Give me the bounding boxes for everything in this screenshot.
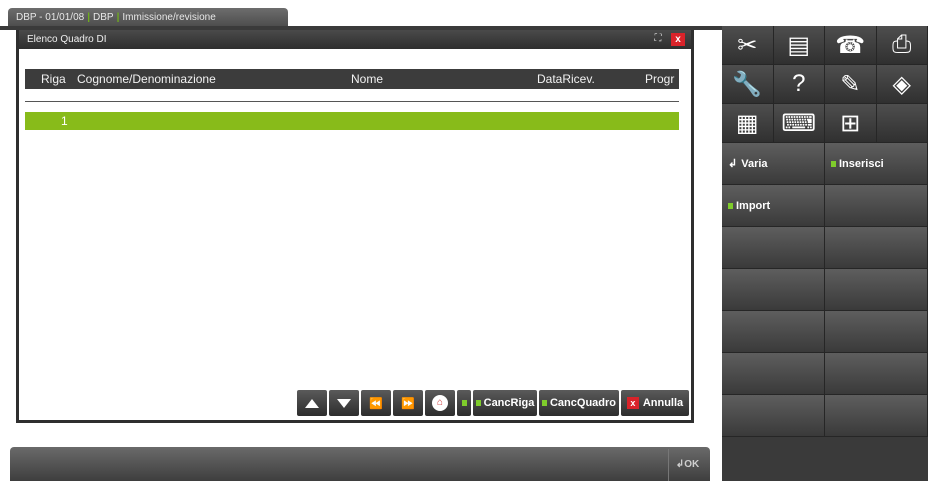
breadcrumb-tab[interactable]: DBP - 01/01/08 | DBP | Immissione/revisione [8,8,288,28]
empty-button [722,269,825,311]
wrench-icon[interactable]: 🔧 [722,65,774,104]
fast-forward-icon: ⏩ [401,397,415,410]
cancel-icon: x [626,397,639,409]
notes-icon[interactable]: ✎ [825,65,877,104]
close-icon[interactable]: x [671,33,685,46]
col-riga: Riga [41,72,66,86]
up-button[interactable] [297,390,327,416]
down-button[interactable] [329,390,359,416]
green-indicator-button[interactable] [457,390,471,416]
document-icon[interactable]: ▤ [773,26,825,65]
table-header: Riga Cognome/Denominazione Nome DataRice… [25,69,679,89]
annulla-label: Annulla [642,397,684,409]
home-icon: ⌂ [432,395,448,411]
printer-icon[interactable]: ⎙ [876,26,928,65]
page-up-button[interactable]: ⏪ [361,390,391,416]
empty-button [825,353,928,395]
arrow-down-icon [337,398,351,408]
page-down-button[interactable]: ⏩ [393,390,423,416]
empty-button [722,227,825,269]
enter-icon: ↲ [675,459,685,470]
empty-button [825,269,928,311]
bottom-bar: ↲OK [10,447,710,481]
annulla-button[interactable]: x Annulla [621,390,689,416]
canc-quadro-button[interactable]: CancQuadro [539,390,619,416]
arrow-up-icon [305,398,319,408]
calculator-icon[interactable]: ▦ [722,104,774,143]
col-cognome: Cognome/Denominazione [77,72,216,86]
empty-button [825,311,928,353]
import-label: Import [736,199,771,212]
canc-riga-label: CancRiga [483,397,535,409]
home-button[interactable]: ⌂ [425,390,455,416]
row-riga: 1 [61,114,68,128]
empty-button [722,353,825,395]
empty-icon-slot [876,104,928,143]
inserisci-label: Inserisci [839,157,884,170]
list-window: Elenco Quadro DI ⛶ x Riga Cognome/Denomi… [16,30,694,423]
ok-button[interactable]: ↲OK [668,449,706,481]
window-titlebar: Elenco Quadro DI ⛶ x [19,30,691,49]
rewind-icon: ⏪ [369,397,383,410]
cube-icon[interactable]: ◈ [876,65,928,104]
empty-button [825,185,928,227]
window-title: Elenco Quadro DI [27,34,107,45]
fax-icon[interactable]: ☎ [825,26,877,65]
empty-button [722,311,825,353]
empty-button [722,395,825,437]
col-nome: Nome [351,72,384,86]
divider [25,101,679,102]
inserisci-button[interactable]: Inserisci [825,143,928,185]
side-toolbar: ✂ ▤ ☎ ⎙ 🔧 ? ✎ ◈ ▦ ⌨ ⊞ ↲ Varia Inserisci I… [722,26,928,481]
varia-label: Varia [741,157,768,170]
empty-button [825,395,928,437]
canc-quadro-label: CancQuadro [549,397,616,409]
canc-riga-button[interactable]: CancRiga [473,390,537,416]
ok-label: OK [684,459,700,470]
grid-icon[interactable]: ⊞ [825,104,877,143]
col-progr: Progr [645,72,675,86]
enter-icon: ↲ [728,158,738,170]
maximize-icon[interactable]: ⛶ [651,33,665,46]
table-row[interactable]: 1 [25,112,679,130]
col-dataricev: DataRicev. [537,72,595,86]
empty-button [825,227,928,269]
scissors-icon[interactable]: ✂ [722,26,774,65]
help-icon[interactable]: ? [773,65,825,104]
tab-part-3: Immissione/revisione [122,12,216,23]
import-button[interactable]: Import [722,185,825,227]
nav-toolbar: ⏪ ⏩ ⌂ CancRiga CancQuadro x Annulla [297,390,689,416]
tab-part-1: DBP - 01/01/08 [16,12,85,23]
varia-button[interactable]: ↲ Varia [722,143,825,185]
keyboard-icon[interactable]: ⌨ [773,104,825,143]
tab-part-2: DBP [93,12,114,23]
